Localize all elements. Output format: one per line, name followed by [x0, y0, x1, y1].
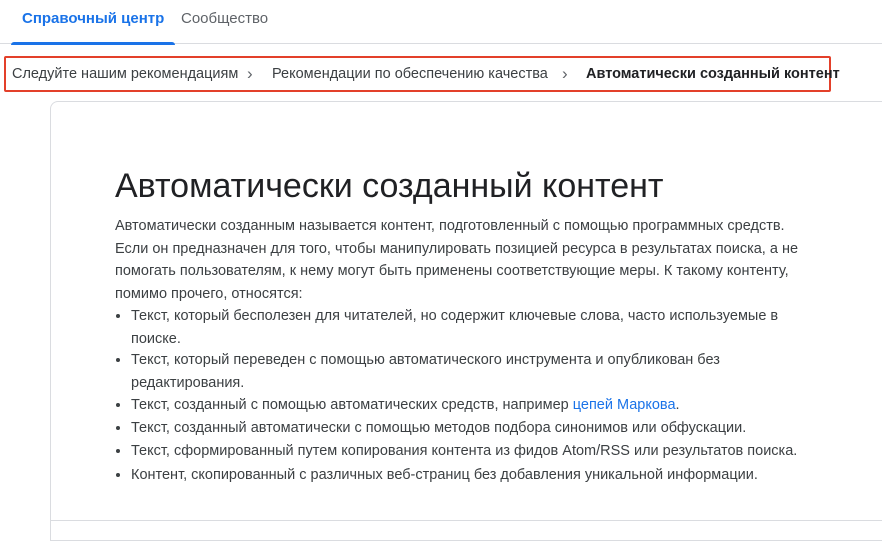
bullet-icon — [116, 473, 120, 477]
bullet-icon — [116, 358, 120, 362]
list-item-text-end: . — [675, 397, 680, 413]
markov-chains-link[interactable]: цепей Маркова — [573, 397, 676, 413]
breadcrumb-item-guidelines[interactable]: Следуйте нашим рекомендациям — [12, 58, 238, 90]
bullet-icon — [116, 426, 120, 430]
top-tabs: Справочный центр Сообщество — [0, 0, 882, 45]
article-intro: Автоматически созданным называется конте… — [115, 218, 799, 302]
bullet-icon — [116, 403, 120, 407]
list-item-text: Текст, который переведен с помощью автом… — [131, 352, 720, 391]
list-item: Текст, который бесполезен для читателей,… — [115, 305, 805, 350]
page-title: Автоматически созданный контент — [115, 167, 664, 205]
bullet-icon — [116, 449, 120, 453]
list-item-text: Текст, который бесполезен для читателей,… — [131, 308, 779, 347]
list-item-text: Текст, созданный с помощью автоматически… — [131, 397, 573, 413]
breadcrumb-item-current: Автоматически созданный контент — [586, 66, 840, 82]
tab-help-center[interactable]: Справочный центр — [10, 0, 176, 45]
list-item-text: Текст, сформированный путем копирования … — [131, 443, 798, 459]
list-item: Текст, который переведен с помощью автом… — [115, 349, 805, 394]
bullet-icon — [116, 314, 120, 318]
breadcrumb: Следуйте нашим рекомендациям › Рекоменда… — [4, 56, 840, 92]
list-item: Текст, сформированный путем копирования … — [115, 440, 805, 463]
tab-community[interactable]: Сообщество — [181, 0, 268, 44]
list-item: Контент, скопированный с различных веб-с… — [115, 464, 805, 487]
list-item: Текст, созданный автоматически с помощью… — [115, 417, 805, 440]
chevron-right-icon: › — [562, 64, 568, 83]
chevron-right-icon: › — [247, 64, 253, 83]
list-item-text: Контент, скопированный с различных веб-с… — [131, 467, 758, 483]
list-item: Текст, созданный с помощью автоматически… — [115, 394, 805, 417]
breadcrumb-item-quality-guidelines[interactable]: Рекомендации по обеспечению качества — [272, 58, 548, 90]
list-item-text: Текст, созданный автоматически с помощью… — [131, 420, 747, 436]
divider — [50, 520, 882, 521]
